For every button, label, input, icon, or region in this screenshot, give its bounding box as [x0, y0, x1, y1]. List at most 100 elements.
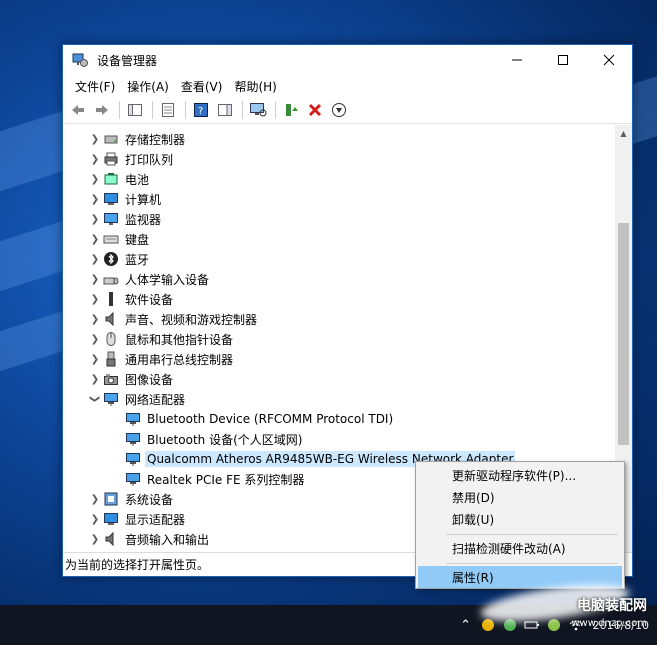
menu-view[interactable]: 查看(V) [175, 78, 229, 95]
tree-category-sound-video-game[interactable]: ❯ 声音、视频和游戏控制器 [87, 309, 259, 329]
tray-app-icon [547, 619, 560, 631]
tree-category-audio-io[interactable]: ❯ 音频输入和输出 [87, 529, 211, 549]
keyboard-icon [103, 235, 119, 244]
expand-chevron-icon[interactable]: ❯ [87, 309, 103, 329]
tree-category-computer[interactable]: ❯ 计算机 [87, 189, 163, 209]
hid-icon [103, 277, 119, 285]
printer-icon [104, 152, 118, 166]
tree-category-network-adapters[interactable]: ❯ 网络适配器 [87, 389, 187, 409]
scan-hardware-button[interactable] [247, 99, 269, 121]
tree-label: 监视器 [125, 212, 162, 227]
tree-label: 软件设备 [125, 292, 174, 307]
expand-chevron-icon[interactable]: ❯ [87, 369, 103, 389]
properties-button[interactable] [157, 99, 179, 121]
tree-label: 电池 [125, 172, 150, 187]
help-button[interactable]: ? [190, 99, 212, 121]
tree-device-realtek-pcie[interactable]: Realtek PCIe FE 系列控制器 [125, 469, 306, 489]
expand-chevron-icon[interactable]: ❯ [87, 529, 103, 549]
enable-device-button[interactable] [328, 99, 350, 121]
scan-monitor-icon [250, 103, 267, 117]
tree-category-display-adapters[interactable]: ❯ 显示适配器 [87, 509, 187, 529]
tree-category-keyboards[interactable]: ❯ 键盘 [87, 229, 151, 249]
window-controls [494, 45, 632, 75]
svg-text:?: ? [198, 106, 203, 117]
expand-chevron-icon[interactable]: ❯ [87, 149, 103, 169]
tree-category-battery[interactable]: ❯ 电池 [87, 169, 151, 189]
menu-separator [446, 563, 618, 564]
expand-chevron-icon[interactable]: ❯ [87, 209, 103, 229]
action-pane-button[interactable] [214, 99, 236, 121]
expand-chevron-icon[interactable]: ❯ [87, 349, 103, 369]
tree-category-monitors[interactable]: ❯ 监视器 [87, 209, 163, 229]
menu-help[interactable]: 帮助(H) [228, 78, 282, 95]
network-adapter-icon [126, 453, 140, 466]
tree-category-bluetooth[interactable]: ❯ 蓝牙 [87, 249, 151, 269]
scrollbar-thumb[interactable] [618, 223, 629, 445]
down-arrow-circle-icon [332, 103, 346, 117]
title-bar[interactable]: 设备管理器 [63, 45, 632, 75]
toolbar-separator [152, 101, 153, 119]
display-adapter-icon [104, 513, 118, 525]
toolbar-separator [275, 101, 276, 119]
console-tree-icon [128, 104, 142, 116]
back-button[interactable] [67, 99, 89, 121]
tree-category-hid[interactable]: ❯ 人体学输入设备 [87, 269, 211, 289]
expand-chevron-icon[interactable]: ❯ [87, 129, 103, 149]
tree-device-bluetooth-pan[interactable]: Bluetooth 设备(个人区域网) [125, 429, 304, 449]
tree-label: 显示适配器 [125, 512, 186, 527]
tree-category-usb[interactable]: ❯ 通用串行总线控制器 [87, 349, 235, 369]
system-device-icon [104, 492, 118, 506]
tree-category-storage[interactable]: ❯ 存储控制器 [87, 129, 187, 149]
watermark-site-name: 电脑装配网 [577, 598, 647, 614]
expand-chevron-icon[interactable]: ❯ [87, 509, 103, 529]
tree-category-print-queue[interactable]: ❯ 打印队列 [87, 149, 175, 169]
menu-item-update-driver[interactable]: 更新驱动程序软件(P)... [418, 464, 622, 486]
scroll-up-icon[interactable]: ▲ [615, 125, 632, 141]
forward-arrow-icon [96, 105, 108, 115]
tree-label: 网络适配器 [125, 392, 186, 407]
toolbar-separator [242, 101, 243, 119]
bluetooth-icon [104, 252, 118, 266]
collapse-chevron-icon[interactable]: ❯ [85, 391, 105, 407]
expand-chevron-icon[interactable]: ❯ [87, 249, 103, 269]
expand-chevron-icon[interactable]: ❯ [87, 329, 103, 349]
tree-label: 打印队列 [125, 152, 174, 167]
show-hidden-icons-icon[interactable]: ⌃ [455, 614, 477, 636]
wallpaper-light-beam [0, 218, 70, 292]
expand-chevron-icon[interactable]: ❯ [87, 489, 103, 509]
menu-item-scan-hardware[interactable]: 扫描检测硬件改动(A) [418, 537, 622, 559]
device-manager-icon [72, 53, 88, 67]
expand-chevron-icon[interactable]: ❯ [87, 229, 103, 249]
maximize-button[interactable] [540, 45, 586, 75]
computer-icon [104, 193, 118, 205]
tree-category-system-devices[interactable]: ❯ 系统设备 [87, 489, 175, 509]
help-icon: ? [194, 103, 208, 117]
menu-action[interactable]: 操作(A) [121, 78, 175, 95]
update-driver-button[interactable] [280, 99, 302, 121]
expand-chevron-icon[interactable]: ❯ [87, 269, 103, 289]
wallpaper-light-beam [633, 76, 657, 144]
tree-label: 音频输入和输出 [125, 532, 210, 547]
menu-file[interactable]: 文件(F) [69, 78, 121, 95]
network-adapter-icon [126, 413, 140, 426]
monitor-icon [104, 213, 118, 225]
minimize-button[interactable] [494, 45, 540, 75]
expand-chevron-icon[interactable]: ❯ [87, 289, 103, 309]
menu-item-uninstall[interactable]: 卸载(U) [418, 508, 622, 530]
tree-category-imaging[interactable]: ❯ 图像设备 [87, 369, 175, 389]
close-button[interactable] [586, 45, 632, 75]
properties-icon [162, 103, 174, 117]
menu-item-disable[interactable]: 禁用(D) [418, 486, 622, 508]
expand-chevron-icon[interactable]: ❯ [87, 189, 103, 209]
tree-label: 人体学输入设备 [125, 272, 210, 287]
tree-category-software-devices[interactable]: ❯ 软件设备 [87, 289, 175, 309]
red-x-icon [308, 103, 322, 117]
uninstall-device-button[interactable] [304, 99, 326, 121]
tree-category-mice[interactable]: ❯ 鼠标和其他指针设备 [87, 329, 235, 349]
network-adapter-icon [126, 433, 140, 446]
tree-device-bluetooth-rfcomm[interactable]: Bluetooth Device (RFCOMM Protocol TDI) [125, 409, 395, 429]
show-hide-console-tree-button[interactable] [124, 99, 146, 121]
forward-button[interactable] [91, 99, 113, 121]
menu-separator [446, 534, 618, 535]
expand-chevron-icon[interactable]: ❯ [87, 169, 103, 189]
